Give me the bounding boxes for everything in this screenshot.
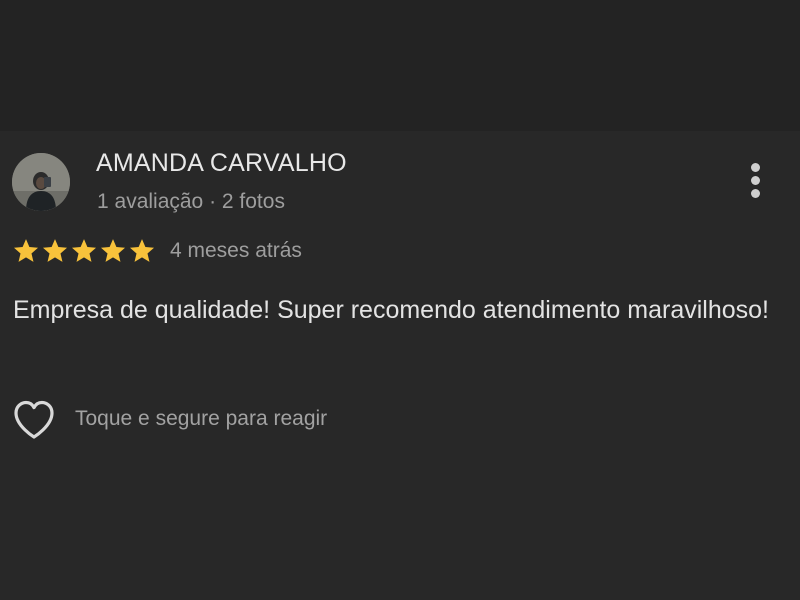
review-time: 4 meses atrás xyxy=(170,239,302,262)
star-icon xyxy=(129,239,155,262)
review-card: AMANDA CARVALHO 1 avaliação · 2 fotos 4 … xyxy=(0,131,800,600)
more-options-button[interactable] xyxy=(740,159,770,203)
heart-outline-icon xyxy=(14,400,54,439)
react-label: Toque e segure para reagir xyxy=(75,407,328,430)
star-icon xyxy=(100,239,126,262)
star-rating xyxy=(12,237,156,265)
star-icon xyxy=(13,239,39,262)
star-icon xyxy=(71,239,97,262)
top-background xyxy=(0,0,800,131)
more-vertical-icon xyxy=(751,163,760,172)
reviewer-name[interactable]: AMANDA CARVALHO xyxy=(96,149,347,178)
reviewer-meta: 1 avaliação · 2 fotos xyxy=(97,190,285,213)
star-icon xyxy=(42,239,68,262)
review-text: Empresa de qualidade! Super recomendo at… xyxy=(13,296,770,324)
reviewer-avatar[interactable] xyxy=(12,153,70,211)
